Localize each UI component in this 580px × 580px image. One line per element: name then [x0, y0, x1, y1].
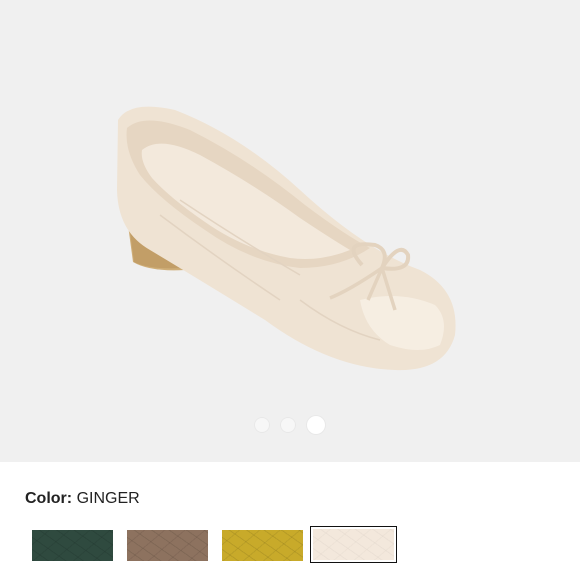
- gallery-dot-2[interactable]: [281, 418, 295, 432]
- gallery-dot-3[interactable]: [307, 416, 325, 434]
- color-swatch-list: [25, 526, 397, 563]
- swatch-taupe[interactable]: [120, 528, 215, 563]
- color-value: GINGER: [76, 490, 140, 507]
- gallery-dot-1[interactable]: [255, 418, 269, 432]
- gallery-pagination: [0, 416, 580, 434]
- color-selection-row: Color: GINGER: [25, 490, 140, 508]
- product-image-ballet-flat: [117, 106, 456, 371]
- swatch-ginger-fill: [313, 529, 394, 560]
- swatch-taupe-fill: [127, 530, 208, 561]
- swatch-green-fill: [32, 530, 113, 561]
- swatch-yellow[interactable]: [215, 528, 310, 563]
- color-label: Color:: [25, 490, 73, 507]
- swatch-yellow-fill: [222, 530, 303, 561]
- swatch-green[interactable]: [25, 528, 120, 563]
- product-image-area[interactable]: [0, 0, 580, 462]
- swatch-ginger-selected[interactable]: [310, 526, 397, 563]
